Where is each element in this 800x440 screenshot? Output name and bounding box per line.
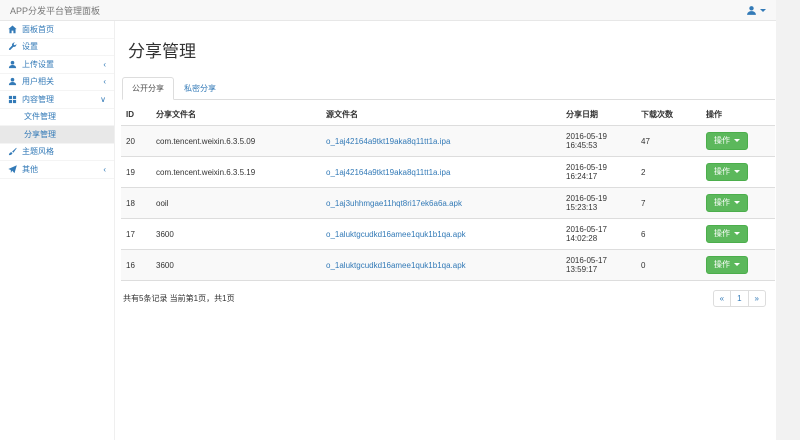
header-share-name: 分享文件名 xyxy=(151,104,321,126)
cell-id: 16 xyxy=(121,250,151,281)
user-icon xyxy=(746,5,757,16)
source-file-link[interactable]: o_1aj3uhhmgae11hqt8ri17ek6a6a.apk xyxy=(326,199,462,208)
cell-share-name: 3600 xyxy=(151,219,321,250)
cell-id: 19 xyxy=(121,157,151,188)
sidebar-item-label: 内容管理 xyxy=(22,94,54,105)
action-button[interactable]: 操作 xyxy=(706,194,748,212)
chevron-down-icon: ∨ xyxy=(100,95,106,104)
chevron-left-icon: ‹ xyxy=(103,60,106,69)
cell-id: 17 xyxy=(121,219,151,250)
sidebar-item-label: 上传设置 xyxy=(22,59,54,70)
cell-date: 2016-05-19 15:23:13 xyxy=(561,188,636,219)
sidebar-item-content-management[interactable]: 内容管理 ∨ xyxy=(0,91,114,109)
header-operation: 操作 xyxy=(701,104,775,126)
page-title: 分享管理 xyxy=(128,37,775,62)
sidebar-item-label: 主题风格 xyxy=(22,146,54,157)
sidebar-item-label: 其他 xyxy=(22,164,38,175)
chevron-left-icon: ‹ xyxy=(103,165,106,174)
cell-downloads: 47 xyxy=(636,126,701,157)
content-grid-icon xyxy=(8,95,17,104)
pagination-page-1-button[interactable]: 1 xyxy=(730,290,748,307)
header-share-date: 分享日期 xyxy=(561,104,636,126)
source-file-link[interactable]: o_1aluktgcudkd16amee1quk1b1qa.apk xyxy=(326,261,466,270)
caret-down-icon xyxy=(734,170,740,173)
sidebar: 面板首页 设置 上传设置 ‹ 用户相关 ‹ xyxy=(0,21,115,440)
sidebar-item-dashboard[interactable]: 面板首页 xyxy=(0,21,114,39)
app-title: APP分发平台管理面板 xyxy=(10,4,100,17)
sidebar-item-label: 分享管理 xyxy=(24,129,56,140)
table-header-row: ID 分享文件名 源文件名 分享日期 下载次数 操作 xyxy=(121,104,775,126)
caret-down-icon xyxy=(734,263,740,266)
action-button[interactable]: 操作 xyxy=(706,132,748,150)
caret-down-icon xyxy=(734,139,740,142)
header-downloads: 下载次数 xyxy=(636,104,701,126)
source-file-link[interactable]: o_1aj42164a9tkt19aka8q11tt1a.ipa xyxy=(326,168,450,177)
cell-date: 2016-05-19 16:24:17 xyxy=(561,157,636,188)
cell-downloads: 6 xyxy=(636,219,701,250)
cell-date: 2016-05-19 16:45:53 xyxy=(561,126,636,157)
action-button[interactable]: 操作 xyxy=(706,163,748,181)
header-source-name: 源文件名 xyxy=(321,104,561,126)
home-icon xyxy=(8,25,17,34)
sidebar-item-theme-style[interactable]: 主题风格 xyxy=(0,144,114,162)
pagination-prev-button[interactable]: « xyxy=(713,290,731,307)
caret-down-icon xyxy=(734,201,740,204)
chevron-left-icon: ‹ xyxy=(103,77,106,86)
cell-id: 20 xyxy=(121,126,151,157)
sidebar-item-file-management[interactable]: 文件管理 xyxy=(0,109,114,127)
share-table: ID 分享文件名 源文件名 分享日期 下载次数 操作 20 com.tencen… xyxy=(121,104,775,281)
cell-date: 2016-05-17 14:02:28 xyxy=(561,219,636,250)
source-file-link[interactable]: o_1aj42164a9tkt19aka8q11tt1a.ipa xyxy=(326,137,450,146)
app-window: APP分发平台管理面板 面板首页 设置 xyxy=(0,0,776,440)
top-navbar: APP分发平台管理面板 xyxy=(0,0,776,21)
upload-user-icon xyxy=(8,60,17,69)
send-icon xyxy=(8,165,17,174)
sidebar-item-label: 文件管理 xyxy=(24,111,56,122)
tab-private-share[interactable]: 私密分享 xyxy=(174,77,226,100)
sidebar-item-label: 设置 xyxy=(22,41,38,52)
cell-share-name: com.tencent.weixin.6.3.5.19 xyxy=(151,157,321,188)
sidebar-item-label: 面板首页 xyxy=(22,24,54,35)
cell-share-name: com.tencent.weixin.6.3.5.09 xyxy=(151,126,321,157)
sidebar-item-label: 用户相关 xyxy=(22,76,54,87)
cell-downloads: 7 xyxy=(636,188,701,219)
source-file-link[interactable]: o_1aluktgcudkd16amee1quk1b1qa.apk xyxy=(326,230,466,239)
theme-brush-icon xyxy=(8,147,17,156)
sidebar-item-settings[interactable]: 设置 xyxy=(0,39,114,57)
header-id: ID xyxy=(121,104,151,126)
user-icon xyxy=(8,77,17,86)
wrench-icon xyxy=(8,42,17,51)
action-button[interactable]: 操作 xyxy=(706,225,748,243)
table-row: 16 3600 o_1aluktgcudkd16amee1quk1b1qa.ap… xyxy=(121,250,775,281)
tab-public-share[interactable]: 公开分享 xyxy=(122,77,174,100)
table-footer: 共有5条记录 当前第1页，共1页 « 1 » xyxy=(123,290,766,307)
caret-down-icon xyxy=(734,232,740,235)
cell-id: 18 xyxy=(121,188,151,219)
table-row: 17 3600 o_1aluktgcudkd16amee1quk1b1qa.ap… xyxy=(121,219,775,250)
action-button[interactable]: 操作 xyxy=(706,256,748,274)
sidebar-item-share-management[interactable]: 分享管理 xyxy=(0,126,114,144)
pagination: « 1 » xyxy=(713,290,766,307)
table-row: 19 com.tencent.weixin.6.3.5.19 o_1aj4216… xyxy=(121,157,775,188)
chevron-down-icon xyxy=(760,9,766,12)
table-row: 18 ooil o_1aj3uhhmgae11hqt8ri17ek6a6a.ap… xyxy=(121,188,775,219)
user-menu[interactable] xyxy=(746,5,766,16)
tab-bar: 公开分享 私密分享 xyxy=(122,77,775,100)
cell-share-name: 3600 xyxy=(151,250,321,281)
main-content: 分享管理 公开分享 私密分享 ID 分享文件名 源文件名 分享日期 下载次数 操… xyxy=(115,21,776,440)
records-summary: 共有5条记录 当前第1页，共1页 xyxy=(123,293,235,304)
sidebar-item-other[interactable]: 其他 ‹ xyxy=(0,161,114,179)
cell-share-name: ooil xyxy=(151,188,321,219)
cell-downloads: 0 xyxy=(636,250,701,281)
cell-downloads: 2 xyxy=(636,157,701,188)
sidebar-item-upload-settings[interactable]: 上传设置 ‹ xyxy=(0,56,114,74)
table-row: 20 com.tencent.weixin.6.3.5.09 o_1aj4216… xyxy=(121,126,775,157)
cell-date: 2016-05-17 13:59:17 xyxy=(561,250,636,281)
sidebar-item-user-related[interactable]: 用户相关 ‹ xyxy=(0,74,114,92)
pagination-next-button[interactable]: » xyxy=(748,290,766,307)
